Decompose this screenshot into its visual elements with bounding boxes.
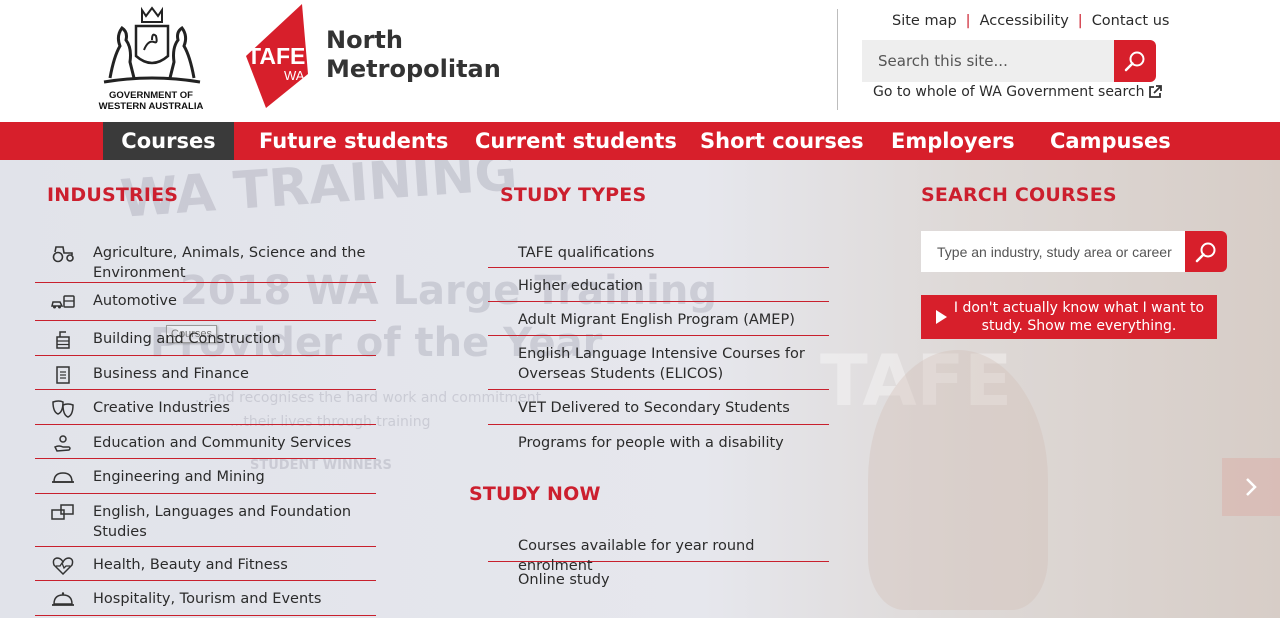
car-bus-icon (51, 295, 75, 309)
industry-label: Education and Community Services (93, 435, 352, 451)
study-now-online[interactable]: Online study (488, 562, 829, 596)
speech-bubbles-icon (51, 504, 74, 520)
play-icon (936, 310, 947, 324)
study-type-label: Higher education (518, 278, 643, 294)
industry-label: Automotive (93, 293, 177, 309)
tafe-wa-logo[interactable]: TAFE WA (244, 4, 314, 110)
search-icon (1195, 242, 1216, 262)
org-name: North Metropolitan (326, 26, 501, 84)
wa-search-label: Go to whole of WA Government search (873, 84, 1145, 100)
study-now-heading: STUDY NOW (469, 483, 601, 505)
industry-label: Hospitality, Tourism and Events (93, 591, 322, 607)
nav-item-short-courses[interactable]: Short courses (700, 122, 864, 160)
contact-us-link[interactable]: Contact us (1092, 13, 1170, 29)
course-search-input[interactable] (921, 231, 1185, 272)
nav-item-courses[interactable]: Courses (103, 122, 234, 160)
industry-label: Building and Construction (93, 331, 281, 347)
industry-item-english[interactable]: English, Languages and Foundation Studie… (35, 494, 376, 547)
nav-item-campuses[interactable]: Campuses (1050, 122, 1171, 160)
study-now-label: Online study (518, 572, 610, 588)
industry-item-building[interactable]: Building and Construction (35, 321, 376, 356)
study-now-year-round[interactable]: Courses available for year round enrolme… (488, 528, 829, 574)
study-types-heading: STUDY TYPES (500, 184, 647, 206)
study-type-disability-programs[interactable]: Programs for people with a disability (488, 425, 829, 459)
cloche-icon (52, 592, 74, 606)
accessibility-link[interactable]: Accessibility (980, 13, 1069, 29)
chevron-right-icon (1246, 478, 1257, 496)
industry-label: Creative Industries (93, 400, 230, 416)
study-type-label: VET Delivered to Secondary Students (518, 400, 790, 416)
courses-mega-menu: WA TRAINING 2018 WA Large Training Provi… (0, 160, 1280, 618)
hand-person-icon (53, 435, 71, 452)
course-search-button[interactable] (1185, 231, 1227, 272)
industry-item-education[interactable]: Education and Community Services (35, 425, 376, 459)
industry-item-hospitality[interactable]: Hospitality, Tourism and Events (35, 581, 376, 616)
nav-item-future-students[interactable]: Future students (259, 122, 448, 160)
document-icon (56, 366, 70, 384)
nav-item-employers[interactable]: Employers (891, 122, 1015, 160)
government-of-wa-logo[interactable]: GOVERNMENT OF WESTERN AUSTRALIA (96, 6, 206, 112)
link-separator: | (965, 13, 971, 29)
study-type-vet-secondary[interactable]: VET Delivered to Secondary Students (488, 390, 829, 425)
search-courses-heading: SEARCH COURSES (921, 184, 1117, 206)
header-divider (837, 9, 838, 110)
site-search-button[interactable] (1114, 40, 1156, 82)
nav-item-current-students[interactable]: Current students (475, 122, 677, 160)
site-search (862, 40, 1156, 82)
study-type-label: English Language Intensive Courses for O… (518, 346, 805, 382)
show-all-courses-button[interactable]: I don't actually know what I want to stu… (921, 295, 1217, 339)
org-name-line2: Metropolitan (326, 55, 501, 83)
svg-text:TAFE: TAFE (247, 43, 305, 69)
industry-item-agriculture[interactable]: Agriculture, Animals, Science and the En… (35, 235, 376, 283)
utility-links: Site map | Accessibility | Contact us (892, 13, 1169, 29)
link-separator: | (1077, 13, 1083, 29)
study-type-label: TAFE qualifications (518, 245, 655, 261)
background-text: WA TRAINING (118, 160, 520, 230)
study-type-amep[interactable]: Adult Migrant English Program (AMEP) (488, 302, 829, 336)
industry-label: English, Languages and Foundation Studie… (93, 504, 352, 540)
industry-item-health[interactable]: Health, Beauty and Fitness (35, 547, 376, 581)
site-header: GOVERNMENT OF WESTERN AUSTRALIA TAFE WA … (0, 0, 1280, 122)
wa-government-search-link[interactable]: Go to whole of WA Government search (873, 84, 1162, 100)
heartbeat-icon (52, 557, 74, 575)
study-type-elicos[interactable]: English Language Intensive Courses for O… (488, 336, 829, 390)
government-logo-text: GOVERNMENT OF WESTERN AUSTRALIA (98, 90, 204, 112)
hard-hat-icon (52, 472, 74, 483)
background-photo-person (868, 350, 1048, 610)
coat-of-arms-icon (103, 6, 201, 84)
study-type-label: Adult Migrant English Program (AMEP) (518, 312, 795, 328)
org-name-line1: North (326, 26, 403, 54)
industry-label: Health, Beauty and Fitness (93, 557, 288, 573)
search-icon (1124, 51, 1145, 72)
industry-label: Agriculture, Animals, Science and the En… (93, 245, 366, 281)
tractor-icon (52, 246, 74, 263)
site-search-input[interactable] (862, 40, 1114, 82)
external-link-icon (1148, 85, 1162, 98)
main-nav: Courses Future students Current students… (0, 122, 1280, 160)
study-type-label: Programs for people with a disability (518, 435, 784, 451)
study-type-tafe-qualifications[interactable]: TAFE qualifications (488, 235, 829, 268)
industry-item-creative[interactable]: Creative Industries (35, 390, 376, 425)
show-all-courses-label: I don't actually know what I want to stu… (953, 300, 1205, 334)
carousel-next-button[interactable] (1222, 458, 1280, 516)
course-search (921, 231, 1227, 272)
industry-item-business[interactable]: Business and Finance (35, 356, 376, 390)
industry-label: Business and Finance (93, 366, 249, 382)
industries-heading: INDUSTRIES (47, 184, 179, 206)
building-icon (56, 331, 70, 349)
theatre-masks-icon (52, 400, 74, 418)
industry-item-engineering[interactable]: Engineering and Mining (35, 459, 376, 494)
site-map-link[interactable]: Site map (892, 13, 957, 29)
svg-text:WA: WA (284, 68, 305, 83)
industry-item-automotive[interactable]: Automotive (35, 283, 376, 321)
background-text: TAFE (820, 340, 1013, 422)
study-type-higher-education[interactable]: Higher education (488, 268, 829, 302)
industry-label: Engineering and Mining (93, 469, 265, 485)
